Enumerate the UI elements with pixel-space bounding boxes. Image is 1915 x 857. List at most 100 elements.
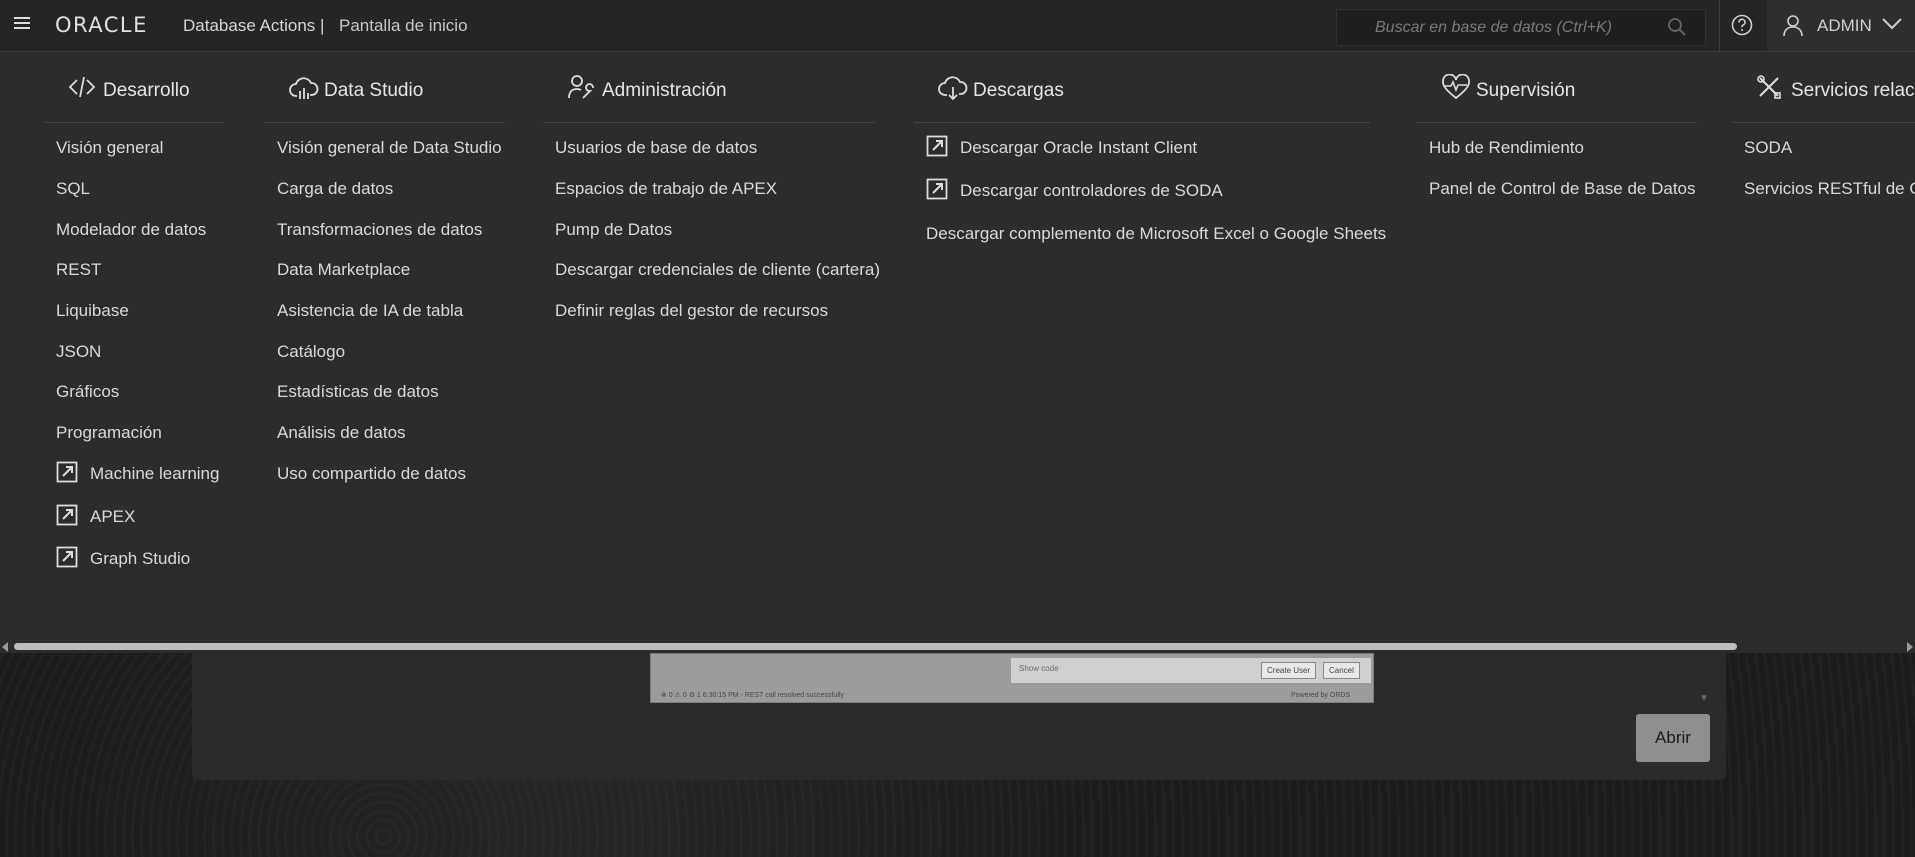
scrollbar-thumb[interactable] (14, 643, 1737, 650)
menu-item-label: Uso compartido de datos (277, 464, 466, 483)
user-icon (1783, 15, 1803, 37)
menu-item-label: Definir reglas del gestor de recursos (555, 301, 829, 320)
menu-item-label: Catálogo (277, 342, 346, 361)
menu-item-data-load[interactable]: Carga de datos (277, 179, 393, 199)
search-icon[interactable] (1667, 17, 1687, 37)
menu-item-label: SODA (1744, 138, 1793, 157)
divider (265, 122, 505, 123)
menu-item-graph-studio[interactable]: Graph Studio (56, 546, 216, 571)
menu-item-data-analysis[interactable]: Análisis de datos (277, 423, 406, 443)
menu-item-data-pump[interactable]: Pump de Datos (555, 220, 672, 240)
menu-item-label: Servicios RESTful de Ora (1744, 179, 1915, 198)
help-icon[interactable] (1731, 14, 1753, 36)
tools-icon (1757, 75, 1781, 99)
divider (914, 122, 1370, 123)
menu-item-sql[interactable]: SQL (56, 179, 90, 199)
menu-item-label: Descargar Oracle Instant Client (960, 138, 1198, 157)
menu-item-resource-manager[interactable]: Definir reglas del gestor de recursos (555, 301, 828, 321)
menu-item-performance-hub[interactable]: Hub de Rendimiento (1429, 138, 1584, 158)
related-services-title: Servicios relaci (1791, 80, 1915, 101)
user-menu[interactable]: ADMIN (1767, 0, 1915, 51)
menu-item-download-wallet[interactable]: Descargar credenciales de cliente (carte… (555, 260, 880, 280)
menu-item-label: Programación (56, 423, 162, 442)
menu-item-database-users[interactable]: Usuarios de base de datos (555, 138, 757, 158)
preview-show-code: Show code (1019, 664, 1059, 673)
menu-item-apex-workspaces[interactable]: Espacios de trabajo de APEX (555, 179, 777, 199)
menu-item-label: Usuarios de base de datos (555, 138, 758, 157)
menu-item-label: Carga de datos (277, 179, 394, 198)
menu-item-label: SQL (56, 179, 91, 198)
menu-item-liquibase[interactable]: Liquibase (56, 301, 129, 321)
preview-powered: Powered by ORDS (1291, 692, 1351, 699)
menu-item-charts[interactable]: Gráficos (56, 382, 119, 402)
menu-item-download-excel-addin[interactable]: Descargar complemento de Microsoft Excel… (926, 224, 1386, 244)
menu-item-label: Gráficos (56, 382, 120, 401)
code-icon (68, 76, 96, 98)
external-link-icon (56, 461, 78, 483)
menu-item-apex[interactable]: APEX (56, 504, 176, 529)
external-link-icon (926, 135, 948, 157)
oracle-logo: ORACLE (55, 13, 148, 37)
cloud-download-icon (938, 76, 968, 101)
menu-item-label: Visión general de Data Studio (277, 138, 502, 157)
menu-item-label: Visión general (56, 138, 164, 157)
top-bar: ORACLE Database Actions | Pantalla de in… (0, 0, 1915, 52)
hamburger-menu-icon[interactable] (14, 17, 30, 31)
heart-pulse-icon (1442, 74, 1470, 100)
monitoring-title: Supervisión (1476, 80, 1576, 101)
cloud-icon (289, 77, 319, 99)
menu-item-machine-learning[interactable]: Machine learning (56, 461, 236, 486)
menu-item-catalog[interactable]: Catálogo (277, 342, 345, 362)
menu-item-database-dashboard[interactable]: Panel de Control de Base de Datos (1429, 179, 1696, 199)
menu-item-data-modeler[interactable]: Modelador de datos (56, 220, 206, 240)
scroll-left-arrow-icon[interactable] (2, 642, 8, 652)
menu-item-download-instant-client[interactable]: Descargar Oracle Instant Client (926, 135, 1197, 160)
menu-item-label: Liquibase (56, 301, 129, 320)
menu-item-data-share[interactable]: Uso compartido de datos (277, 464, 466, 484)
menu-item-label: REST (56, 260, 102, 279)
app-name: Database Actions | (183, 16, 325, 35)
horizontal-scrollbar[interactable] (0, 641, 1915, 653)
user-name: ADMIN (1817, 16, 1872, 35)
database-search[interactable] (1336, 9, 1706, 46)
preview-cancel: Cancel (1323, 662, 1360, 679)
open-button[interactable]: Abrir (1636, 714, 1710, 762)
menu-item-rest[interactable]: REST (56, 260, 101, 280)
menu-item-table-ai-assist[interactable]: Asistencia de IA de tabla (277, 301, 463, 321)
external-link-icon (56, 546, 78, 568)
menu-item-data-studio-overview[interactable]: Visión general de Data Studio (277, 138, 502, 158)
preview-dialog-strip (1011, 658, 1371, 683)
data-studio-title: Data Studio (324, 80, 424, 101)
divider (44, 122, 224, 123)
card-preview-image: Show code Create User Cancel ⊗ 0 ⚠ 0 ⚙ 1… (650, 653, 1374, 703)
external-link-icon (56, 504, 78, 526)
user-settings-icon (568, 75, 594, 99)
menu-item-restful-services[interactable]: Servicios RESTful de Ora (1744, 179, 1915, 199)
menu-item-label: Modelador de datos (56, 220, 207, 239)
menu-item-data-transforms[interactable]: Transformaciones de datos (277, 220, 482, 240)
menu-item-overview[interactable]: Visión general (56, 138, 163, 158)
menu-item-label: Descargar complemento de Microsoft Excel… (926, 224, 1387, 243)
downloads-title: Descargas (973, 80, 1064, 101)
menu-item-download-soda-drivers[interactable]: Descargar controladores de SODA (926, 178, 1223, 203)
chevron-down-icon (1882, 18, 1902, 30)
menu-item-soda[interactable]: SODA (1744, 138, 1792, 158)
divider (1719, 0, 1720, 51)
divider (1417, 122, 1697, 123)
divider (1732, 122, 1915, 123)
menu-item-scheduling[interactable]: Programación (56, 423, 162, 443)
scroll-down-caret[interactable]: ▼ (1699, 693, 1709, 704)
menu-item-label: Panel de Control de Base de Datos (1429, 179, 1696, 198)
menu-item-json[interactable]: JSON (56, 342, 101, 362)
scroll-right-arrow-icon[interactable] (1907, 642, 1913, 652)
external-link-icon (926, 178, 948, 200)
menu-item-data-marketplace[interactable]: Data Marketplace (277, 260, 410, 280)
page-title: Pantalla de inicio (339, 16, 468, 35)
menu-item-label: JSON (56, 342, 102, 361)
menu-item-label: APEX (90, 507, 136, 526)
development-title: Desarrollo (103, 80, 190, 101)
menu-item-data-insights[interactable]: Estadísticas de datos (277, 382, 439, 402)
search-input[interactable] (1373, 17, 1657, 39)
menu-item-label: Machine learning (90, 464, 220, 483)
menu-item-label: Transformaciones de datos (277, 220, 483, 239)
